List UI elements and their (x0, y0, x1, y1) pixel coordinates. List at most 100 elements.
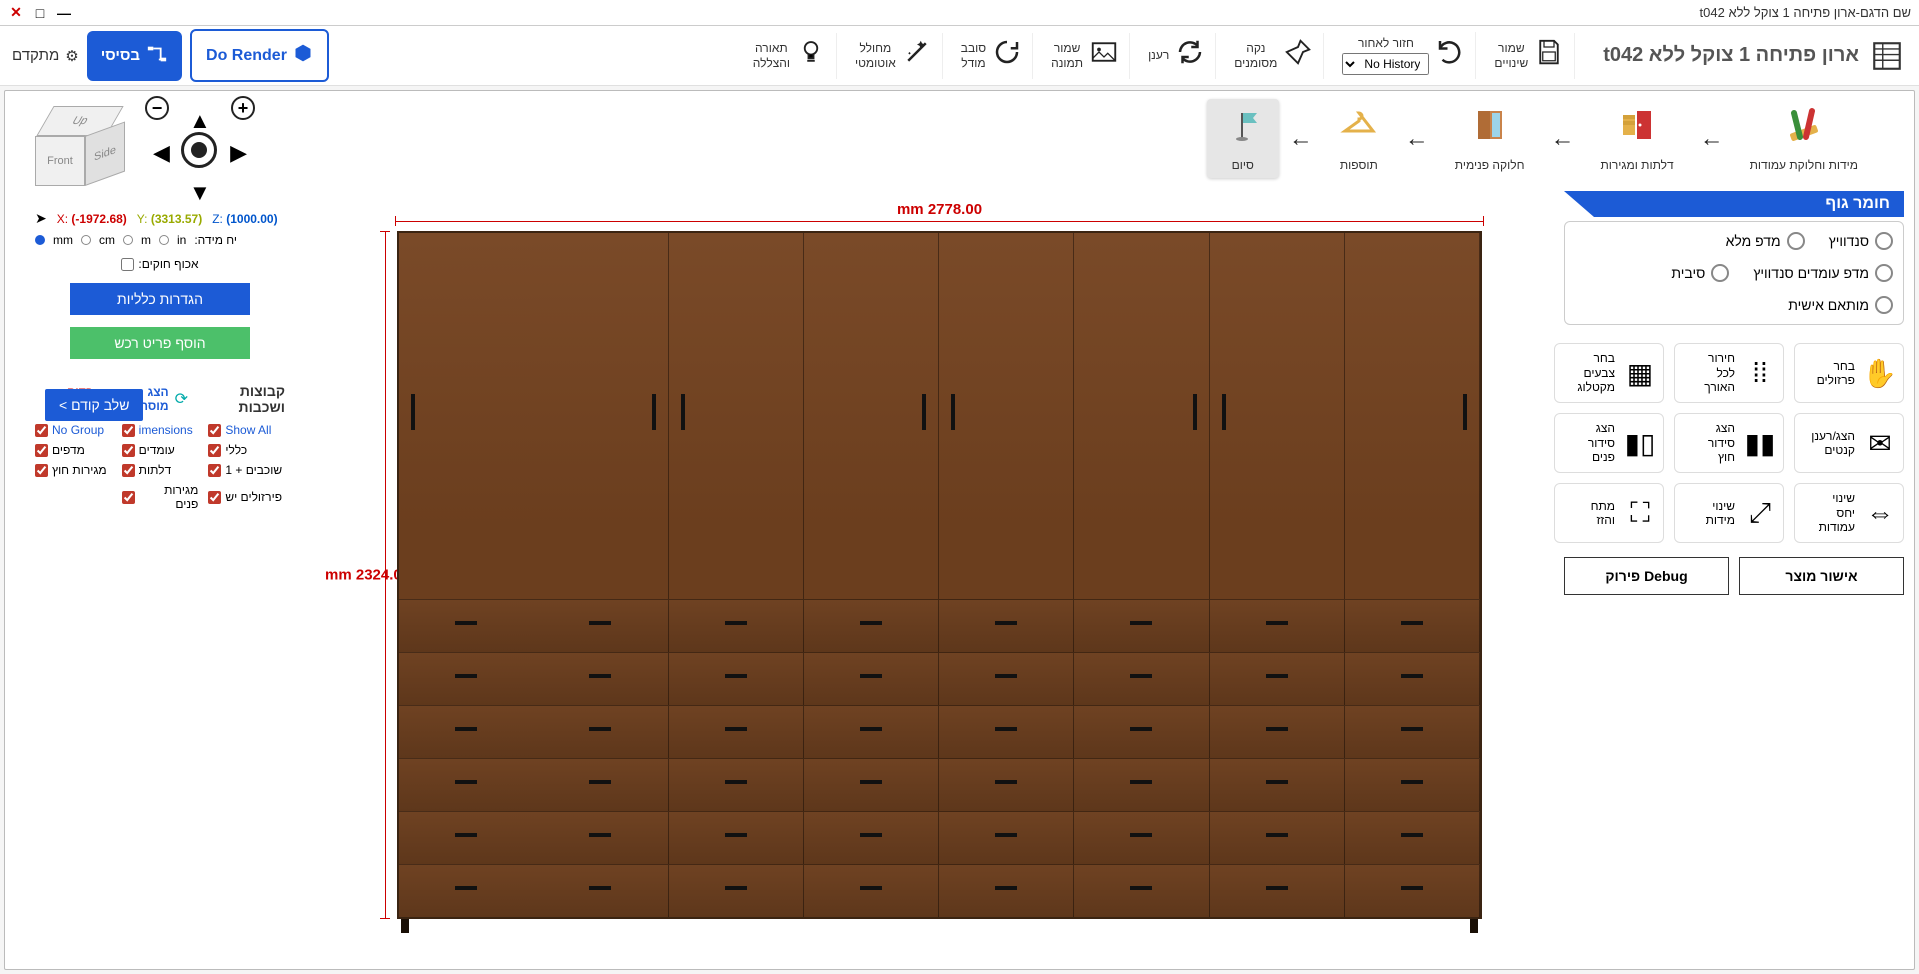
step3-label: חלוקה פנימית (1455, 158, 1525, 172)
unit-mm[interactable]: mm (53, 233, 73, 247)
window-minimize-icon[interactable]: — (56, 5, 72, 21)
window-close-icon[interactable]: ✕ (8, 5, 24, 21)
refresh-button[interactable]: רענן (1138, 33, 1216, 79)
width-dimension-line (395, 221, 1484, 222)
step2-label: דלתות ומגירות (1600, 158, 1673, 172)
window-maximize-icon[interactable]: □ (32, 5, 48, 21)
focus-icon: ⛶ (1623, 497, 1657, 530)
step-doors-drawers[interactable]: דלתות ומגירות (1584, 99, 1689, 178)
right-panel: חומר גוף סנדוויץ מדפ מלא מדפ עומדים סנדו… (1564, 191, 1904, 595)
lightbulb-icon (796, 37, 826, 75)
basic-label: בסיסי (101, 47, 140, 64)
change-dims-button[interactable]: ⤢שינוי מידות (1674, 483, 1784, 543)
chk-inner-drawers[interactable] (122, 491, 135, 504)
chk-outer-drawers[interactable] (35, 464, 48, 477)
steps-strip: מידות וחלוקת עמודות ← דלתות ומגירות ← חל… (5, 91, 1914, 186)
resize-icon: ⤢ (1743, 497, 1777, 530)
chk-shelves[interactable] (35, 444, 48, 457)
zoom-out-button[interactable]: − (145, 96, 169, 120)
chk-general[interactable] (208, 444, 221, 457)
pan-up-button[interactable]: ▲ (189, 108, 211, 134)
stretch-button[interactable]: ⛶מתח והזז (1554, 483, 1664, 543)
pan-center-button[interactable] (181, 132, 217, 168)
zoom-in-button[interactable]: + (231, 96, 255, 120)
rotate-label: סובב מודל (961, 41, 986, 70)
step-internal[interactable]: חלוקה פנימית (1439, 99, 1541, 178)
radio-mdf-sandwich[interactable]: מדפ עומדים סנדוויץ (1753, 264, 1893, 282)
nav-cube[interactable]: Up Front Side (35, 106, 125, 196)
viewport-3d[interactable]: 2778.00 mm 2324.00 mm (335, 201, 1544, 949)
magic-wand-icon (902, 37, 932, 75)
radio-full-mdf[interactable]: מדפ מלא (1726, 232, 1805, 250)
closet-open-icon: ▯▮ (1623, 427, 1657, 460)
radio-fiber[interactable]: סיבית (1671, 264, 1729, 282)
hand-icon: ✋ (1863, 357, 1897, 390)
undo-label: חזור לאחור (1342, 36, 1429, 50)
unit-selector: יח מידה: in m cm mm (35, 233, 285, 247)
chevron-left-icon: ← (1700, 125, 1724, 153)
save-image-label: שמור תמונה (1051, 41, 1083, 70)
chevron-left-icon: ← (1289, 125, 1313, 153)
catalog-colors-button[interactable]: ▦בחר צבעים מקטלוג (1554, 343, 1664, 403)
undo-button[interactable]: חזור לאחור No History (1332, 32, 1476, 78)
column-ratio-button[interactable]: ⇔שינוי יחס עמודות (1794, 483, 1904, 543)
auto-generator-button[interactable]: מחולל אוטומטי (845, 33, 943, 79)
enforce-rules-label: אכוף חוקים: (138, 257, 198, 271)
refresh-icon (1175, 37, 1205, 75)
tool-grid: ✋בחר פרזולים ⁞⁞חירור לכל האורך ▦בחר צבעי… (1564, 343, 1904, 543)
drill-full-button[interactable]: ⁞⁞חירור לכל האורך (1674, 343, 1784, 403)
chk-hardware[interactable] (208, 491, 221, 504)
save-image-button[interactable]: שמור תמונה (1041, 33, 1130, 79)
step-dimensions[interactable]: מידות וחלוקת עמודות (1734, 99, 1874, 178)
chk-columns[interactable] (122, 444, 135, 457)
debug-breakdown-button[interactable]: Debug פירוק (1564, 557, 1729, 595)
general-settings-button[interactable]: הגדרות כלליות (70, 283, 250, 315)
history-select[interactable]: No History (1342, 53, 1429, 75)
inner-arrange-button[interactable]: ▯▮הצג סידור פנים (1554, 413, 1664, 473)
broom-icon (1283, 37, 1313, 75)
radio-sandwich[interactable]: סנדוויץ (1829, 232, 1893, 250)
unit-cm[interactable]: cm (99, 233, 115, 247)
show-edges-button[interactable]: ✉הצג/רענן קנטים (1794, 413, 1904, 473)
cabinet-model[interactable] (397, 231, 1482, 919)
material-radio-group: סנדוויץ מדפ מלא מדפ עומדים סנדוויץ סיבית… (1564, 221, 1904, 325)
title-bar: ✕ □ — t042 שם הדגם-ארון פתיחה 1 צוקל ללא (0, 0, 1919, 26)
approve-product-button[interactable]: אישור מוצר (1739, 557, 1904, 595)
chk-show-all[interactable] (208, 424, 221, 437)
gear-icon: ⚙ (65, 47, 78, 65)
save-icon (1534, 37, 1564, 75)
pan-down-button[interactable]: ▼ (189, 180, 211, 206)
step4-label: תוספות (1340, 158, 1378, 172)
chk-no-group[interactable] (35, 424, 48, 437)
chk-doors[interactable] (122, 464, 135, 477)
unit-in[interactable]: in (177, 233, 186, 247)
cube-front-face[interactable]: Front (35, 136, 85, 186)
clear-markers-button[interactable]: נקה מסומנים (1224, 33, 1324, 79)
radio-custom[interactable]: מותאם אישית (1788, 296, 1893, 314)
rotate-model-button[interactable]: סובב מודל (951, 33, 1033, 79)
pan-right-button[interactable]: ▶ (230, 140, 247, 166)
chk-dimensions[interactable] (122, 424, 135, 437)
refresh-label: רענן (1148, 48, 1169, 62)
enforce-rules-checkbox[interactable] (121, 258, 134, 271)
select-hardware-button[interactable]: ✋בחר פרזולים (1794, 343, 1904, 403)
save-changes-button[interactable]: שמור שינויים (1484, 33, 1575, 79)
lighting-button[interactable]: תאורה והצללה (743, 33, 837, 79)
step-finish[interactable]: סיום (1207, 99, 1279, 178)
undo-icon (1435, 36, 1465, 74)
chk-shelves1[interactable] (208, 464, 221, 477)
unit-m[interactable]: m (141, 233, 151, 247)
refresh-groups-icon[interactable]: ⟳ (175, 389, 188, 409)
flow-icon (146, 43, 168, 69)
prev-step-button[interactable]: < שלב קודם (45, 389, 143, 421)
pan-left-button[interactable]: ◀ (153, 140, 170, 166)
step-additions[interactable]: תוספות (1323, 99, 1395, 178)
do-render-button[interactable]: Do Render (190, 29, 329, 82)
advanced-mode-button[interactable]: ⚙ מתקדם (12, 47, 79, 65)
add-purchase-item-button[interactable]: הוסף פריט רכש (70, 327, 250, 359)
basic-mode-button[interactable]: בסיסי (87, 31, 182, 81)
drill-icon: ⁞⁞ (1743, 357, 1777, 389)
outer-arrange-button[interactable]: ▮▮הצג סידור חוץ (1674, 413, 1784, 473)
product-icon (1867, 36, 1907, 76)
door-icon (1617, 105, 1657, 154)
